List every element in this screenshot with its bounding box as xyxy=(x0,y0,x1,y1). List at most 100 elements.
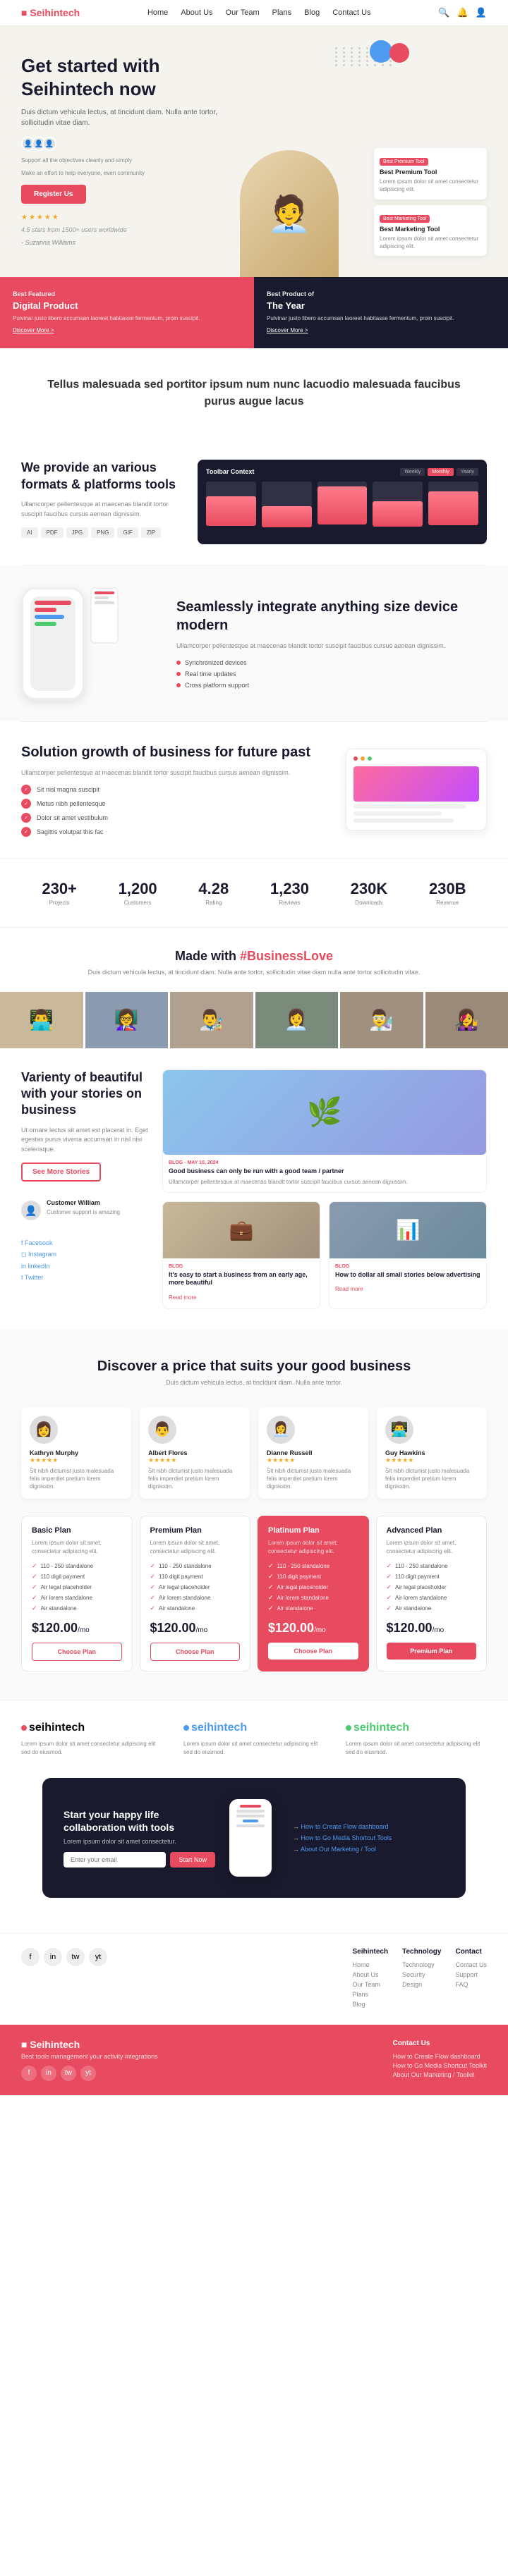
plan-cta-4[interactable]: Premium Plan xyxy=(387,1643,477,1660)
partner-text-1: Lorem ipsum dolor sit amet consectetur a… xyxy=(21,1740,162,1757)
card-desc-1: Lorem ipsum dolor sit amet consectetur a… xyxy=(380,178,481,193)
plan-cta-1[interactable]: Choose Plan xyxy=(32,1643,122,1661)
footer-link-contact[interactable]: Contact Us xyxy=(455,1961,487,1968)
social-instagram[interactable]: ◻ Instagram xyxy=(21,1251,148,1258)
plan-desc-2: Lorem ipsum dolor sit amet, consectetur … xyxy=(150,1539,241,1554)
partner-text-3: Lorem ipsum dolor sit amet consectetur a… xyxy=(346,1740,487,1757)
plan-price-1: $120.00/mo xyxy=(32,1621,122,1636)
stat-customers: 1,200 Customers xyxy=(119,880,157,906)
formats-description: Ullamcorper pellentesque at maecenas bla… xyxy=(21,500,176,519)
brand-logo[interactable]: ■ Seihintech xyxy=(21,7,80,18)
si-icon-2: ✓ xyxy=(21,799,31,809)
tab-monthly[interactable]: Monthly xyxy=(428,468,454,476)
tc-avatar-4: 👨‍💻 xyxy=(385,1416,413,1444)
sp-line-3 xyxy=(353,818,454,823)
footer-link-support[interactable]: Support xyxy=(455,1971,487,1978)
sp-line-2 xyxy=(353,811,442,816)
pf-2-2: ✓ 110 digit payment xyxy=(150,1573,241,1581)
bc-link-2[interactable]: Read more xyxy=(335,1286,363,1292)
nav-team[interactable]: Our Team xyxy=(226,8,260,17)
fb-left-link[interactable]: Discover More > xyxy=(13,327,54,333)
search-icon[interactable]: 🔍 xyxy=(438,7,449,18)
social-facebook[interactable]: f Facebook xyxy=(21,1239,148,1246)
footer-link-blog[interactable]: Blog xyxy=(353,2001,389,2008)
footer-col-2: Technology Technology Security Design xyxy=(402,1948,441,2011)
tab-weekly[interactable]: Weekly xyxy=(400,468,425,476)
acl-link-2[interactable]: How to Go Media Shortcut Tools xyxy=(301,1834,392,1841)
footer-link-design[interactable]: Design xyxy=(402,1981,441,1988)
solution-item-1: ✓ Sit nisl magna suscipit xyxy=(21,785,325,795)
nav-home[interactable]: Home xyxy=(147,8,168,17)
nav-plans[interactable]: Plans xyxy=(272,8,292,17)
pf-4-3: ✓ Air legal placeholder xyxy=(387,1583,477,1591)
acl-item-1: → How to Create Flow dashboard xyxy=(293,1823,445,1830)
footer-social-fb[interactable]: f xyxy=(21,1948,40,1966)
solution-left: Solution growth of business for future p… xyxy=(21,743,325,838)
testimonials-row: 👩 Kathryn Murphy ★★★★★ Sit nibh dictumst… xyxy=(21,1407,487,1499)
reviewer-name: - Suzanna Williams xyxy=(21,238,219,248)
tab-yearly[interactable]: Yearly xyxy=(456,468,478,476)
footer-link-tech[interactable]: Technology xyxy=(402,1961,441,1968)
footer-icon-tw[interactable]: tw xyxy=(61,2066,76,2081)
fb-right-link[interactable]: Discover More > xyxy=(267,327,308,333)
tc-avatar-2: 👨 xyxy=(148,1416,176,1444)
integrate-feature-2: Real time updates xyxy=(176,670,487,677)
footer-right-link-2[interactable]: How to Go Media Shortcut Toolkit xyxy=(393,2062,487,2069)
hero-image: 🧑‍💼 xyxy=(240,150,353,277)
nav-contact[interactable]: Contact Us xyxy=(332,8,370,17)
apm-bar-5 xyxy=(236,1824,265,1827)
footer-link-home[interactable]: Home xyxy=(353,1961,389,1968)
acl-link-1[interactable]: How to Create Flow dashboard xyxy=(301,1823,389,1830)
blog-cta-button[interactable]: See More Stories xyxy=(21,1163,101,1182)
plan-name-2: Premium Plan xyxy=(150,1526,241,1535)
blog-testimonial: 👤 Customer William Customer support is a… xyxy=(21,1196,148,1225)
hero-content: Get started with Seihintech now Duis dic… xyxy=(21,54,219,277)
plan-cta-2[interactable]: Choose Plan xyxy=(150,1643,241,1661)
social-linkedin[interactable]: in linkedIn xyxy=(21,1263,148,1270)
footer-icon-in[interactable]: in xyxy=(41,2066,56,2081)
app-cta-email-input[interactable] xyxy=(64,1852,166,1867)
fp-tabs: Weekly Monthly Yearly xyxy=(400,468,478,476)
footer-link-faq[interactable]: FAQ xyxy=(455,1981,487,1988)
footer-right-link-1[interactable]: How to Create Flow dashboard xyxy=(393,2053,487,2060)
footer-right-link-3[interactable]: About Our Marketing / Toolkit xyxy=(393,2071,487,2078)
footer-link-about[interactable]: About Us xyxy=(353,1971,389,1978)
footer-link-team[interactable]: Our Team xyxy=(353,1981,389,1988)
footer-icon-yt[interactable]: yt xyxy=(80,2066,96,2081)
review-text: 4.5 stars from 1500+ users worldwide xyxy=(21,226,219,235)
partner-1: seihintech Lorem ipsum dolor sit amet co… xyxy=(21,1722,162,1757)
app-cta-submit-button[interactable]: Start Now xyxy=(170,1852,215,1867)
app-cta-phone xyxy=(229,1799,279,1877)
tag-gif: GIF xyxy=(117,527,138,538)
pf-3-3: ✓ Air legal placeholder xyxy=(268,1583,358,1591)
footer-social-tw[interactable]: tw xyxy=(66,1948,85,1966)
footer-link-security[interactable]: Security xyxy=(402,1971,441,1978)
chart-bar-1 xyxy=(206,482,256,524)
footer-icon-fb[interactable]: f xyxy=(21,2066,37,2081)
footer-link-plans[interactable]: Plans xyxy=(353,1991,389,1998)
circle-blue xyxy=(370,40,392,63)
footer-bottom-right: Contact Us How to Create Flow dashboard … xyxy=(393,2040,487,2080)
plan-name-3: Platinum Plan xyxy=(268,1526,358,1535)
bc-link-1[interactable]: Read more xyxy=(169,1294,197,1301)
format-tags: AI PDF JPG PNG GIF ZIP xyxy=(21,527,176,538)
nav-about[interactable]: About Us xyxy=(181,8,212,17)
pf-1-2: ✓ 110 digit payment xyxy=(32,1573,122,1581)
hero-cta-button[interactable]: Register Us xyxy=(21,185,86,204)
app-cta-description: Lorem ipsum dolor sit amet consectetur. xyxy=(64,1838,215,1845)
tc-avatar-3: 👩‍💼 xyxy=(267,1416,295,1444)
pf-2-3: ✓ Air legal placeholder xyxy=(150,1583,241,1591)
phone-mock xyxy=(21,587,85,700)
plan-price-3: $120.00/mo xyxy=(268,1621,358,1636)
plan-cta-3[interactable]: Choose Plan xyxy=(268,1643,358,1660)
acl-link-3[interactable]: About Our Marketing / Tool xyxy=(301,1846,376,1853)
footer-social-yt[interactable]: yt xyxy=(89,1948,107,1966)
tc-stars-2: ★★★★★ xyxy=(148,1456,241,1464)
footer-social-in[interactable]: in xyxy=(44,1948,62,1966)
partner-logo-2: seihintech xyxy=(183,1722,325,1734)
bell-icon[interactable]: 🔔 xyxy=(457,7,468,18)
nav-blog[interactable]: Blog xyxy=(304,8,320,17)
social-twitter[interactable]: t Twitter xyxy=(21,1274,148,1281)
user-icon[interactable]: 👤 xyxy=(476,7,487,18)
plan-features-1: ✓ 110 - 250 standalone ✓ 110 digit payme… xyxy=(32,1562,122,1612)
